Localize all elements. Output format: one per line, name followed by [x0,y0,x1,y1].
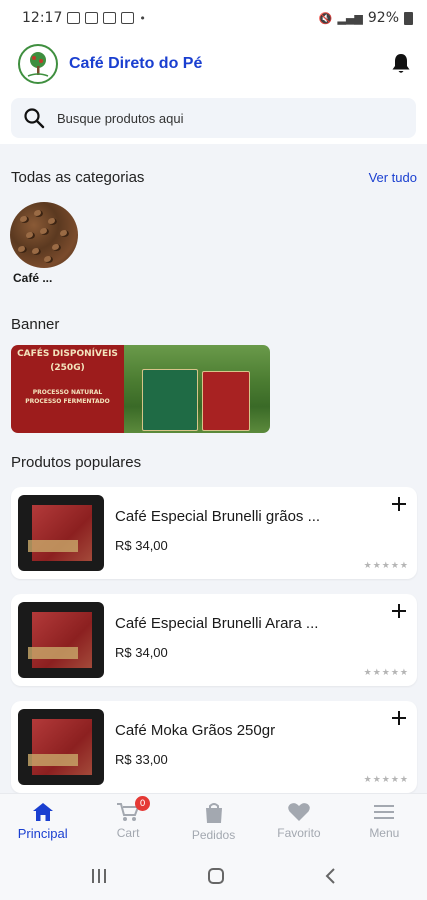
rating-stars: ★★★★★ [363,668,409,678]
notification-icon [85,12,99,24]
product-card[interactable]: Café Especial Brunelli grãos ... R$ 34,0… [11,487,417,579]
nav-label: Pedidos [191,828,236,842]
see-all-link[interactable]: Ver tudo [369,170,417,185]
nav-favorito[interactable]: Favorito [256,794,341,851]
product-card[interactable]: Café Moka Grãos 250gr R$ 33,00 ★★★★★ [11,701,417,793]
home-icon [32,803,53,821]
rating-stars: ★★★★★ [363,561,409,571]
category-item[interactable]: Café ... [10,202,78,285]
nav-label: Principal [17,826,68,841]
system-nav-bar [0,851,427,900]
banner-text-panel: CAFÉS DISPONÍVEIS (250G) PROCESSO NATURA… [11,345,124,433]
add-to-cart-icon[interactable] [390,602,408,620]
notification-icon [67,12,81,24]
nav-label: Menu [369,826,400,840]
coffee-package-green [142,369,198,431]
menu-icon [374,805,395,819]
product-price: R$ 34,00 [115,538,168,553]
heart-icon [288,803,310,821]
add-to-cart-icon[interactable] [390,709,408,727]
nav-menu[interactable]: Menu [342,794,427,851]
nav-label: Cart [116,826,140,840]
product-price: R$ 34,00 [115,645,168,660]
popular-title: Produtos populares [11,454,142,471]
app-title: Café Direto do Pé [69,55,203,72]
product-image [18,709,104,785]
bottom-nav: Principal 0 Cart Pedidos Favorito Menu [0,793,427,851]
battery-icon [404,11,413,25]
home-button-icon[interactable] [207,867,225,885]
nav-pedidos[interactable]: Pedidos [171,794,256,851]
cart-badge: 0 [135,796,151,811]
app-header: Café Direto do Pé [0,36,427,92]
banner-image [124,345,270,433]
signal-icon: ▂▄▆ [337,11,363,25]
search-area: Busque produtos aqui [0,92,427,144]
categories-title: Todas as categorias [11,169,145,186]
nav-principal[interactable]: Principal [0,794,85,851]
product-price: R$ 33,00 [115,752,168,767]
promo-banner[interactable]: CAFÉS DISPONÍVEIS (250G) PROCESSO NATURA… [11,345,270,433]
add-to-cart-icon[interactable] [390,495,408,513]
mute-icon: 🔇 [318,11,333,25]
banner-line-1: PROCESSO NATURAL [32,389,103,396]
banner-line-2: PROCESSO FERMENTADO [25,398,110,405]
back-icon[interactable] [324,867,338,885]
banner-title: Banner [11,316,60,333]
coffee-tree-logo[interactable] [18,44,58,84]
battery-level: 92% [367,10,399,26]
recent-apps-icon[interactable] [90,868,108,884]
category-image [10,202,78,268]
category-label: Café ... [13,271,53,285]
search-placeholder: Busque produtos aqui [57,110,184,126]
nav-label: Favorito [277,826,321,840]
status-bar: 12:17 • 🔇 ▂▄▆ 92% [0,0,427,36]
nav-cart[interactable]: 0 Cart [85,794,170,851]
product-name: Café Especial Brunelli Arara ... [115,615,319,632]
product-name: Café Especial Brunelli grãos ... [115,508,321,525]
status-time: 12:17 [22,10,63,26]
more-notifications-icon: • [139,11,146,25]
search-input[interactable]: Busque produtos aqui [11,98,416,138]
product-image [18,495,104,571]
image-icon [103,12,117,24]
rating-stars: ★★★★★ [363,775,409,785]
search-icon [24,108,45,129]
news-icon [121,12,135,24]
banner-headline: CAFÉS DISPONÍVEIS (250G) [17,349,118,373]
bag-icon [205,803,222,823]
coffee-package-red [202,371,250,431]
bell-icon[interactable] [389,52,413,76]
product-image [18,602,104,678]
product-card[interactable]: Café Especial Brunelli Arara ... R$ 34,0… [11,594,417,686]
product-name: Café Moka Grãos 250gr [115,722,276,739]
